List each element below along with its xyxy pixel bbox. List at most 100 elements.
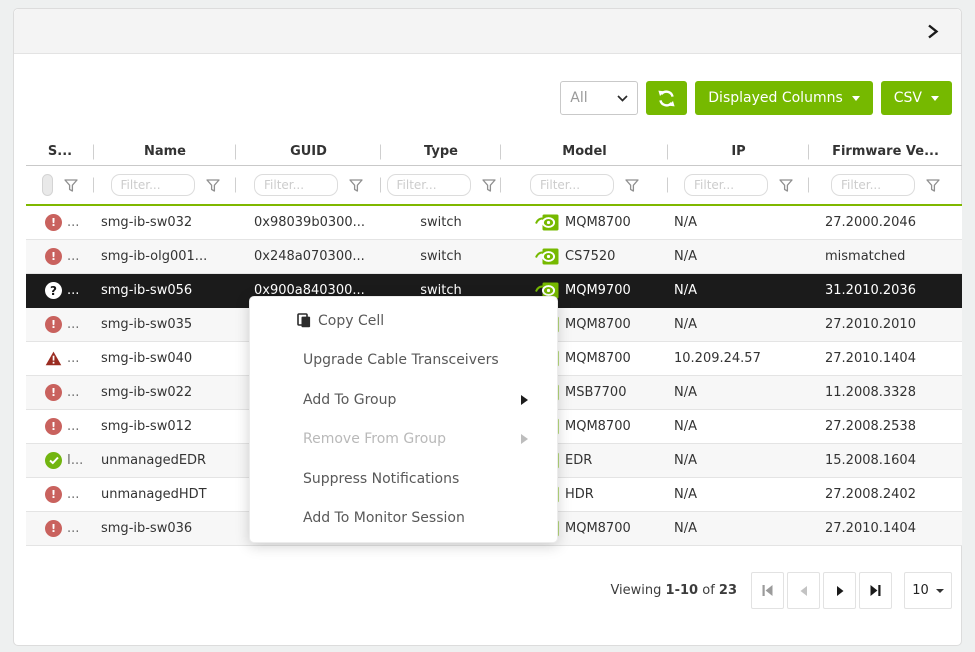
column-header-label[interactable]: Type	[424, 144, 458, 159]
context-menu-item[interactable]: Suppress Notifications	[250, 459, 557, 499]
cell-firmware[interactable]: 15.2008.1604	[809, 453, 962, 468]
column-filter-input[interactable]	[684, 174, 768, 196]
cell-ip[interactable]: N/A	[668, 215, 809, 230]
cell-model[interactable]: CS7520	[501, 248, 668, 265]
viewing-range: 1-10	[666, 583, 699, 598]
cell-ip[interactable]: N/A	[668, 419, 809, 434]
cell-name[interactable]: smg-ib-sw022	[94, 385, 236, 400]
column-filter-input[interactable]	[387, 174, 471, 196]
collapse-panel-button[interactable]	[924, 21, 941, 42]
cell-guid[interactable]: 0x98039b0300...	[236, 215, 381, 230]
cell-firmware[interactable]: 27.2010.1404	[809, 351, 962, 366]
devices-panel: All Displayed Columns CSV S... Name GUID…	[13, 8, 962, 646]
previous-page-button[interactable]	[787, 572, 820, 609]
error-status-icon: !	[45, 214, 62, 231]
cell-firmware[interactable]: 27.2008.2538	[809, 419, 962, 434]
cell-ip[interactable]: N/A	[668, 521, 809, 536]
model-text: MQM8700	[565, 521, 631, 536]
table-filter-row	[26, 166, 962, 206]
status-text: ...	[67, 419, 79, 434]
cell-name[interactable]: unmanagedEDR	[94, 453, 236, 468]
chevron-right-icon	[926, 23, 939, 40]
column-filter-input[interactable]	[111, 174, 195, 196]
cell-firmware[interactable]: 27.2010.1404	[809, 521, 962, 536]
nvidia-logo-icon	[533, 214, 559, 231]
cell-name[interactable]: smg-ib-sw012	[94, 419, 236, 434]
context-menu-item-label: Add To Monitor Session	[303, 510, 465, 526]
cell-ip[interactable]: 10.209.24.57	[668, 351, 809, 366]
page-size-select[interactable]: 10	[904, 572, 952, 609]
cell-ip[interactable]: N/A	[668, 453, 809, 468]
first-page-icon	[761, 584, 774, 597]
cell-name[interactable]: smg-ib-sw035	[94, 317, 236, 332]
caret-down-icon	[852, 96, 860, 101]
context-menu-item[interactable]: Add To Group	[250, 380, 557, 420]
cell-model[interactable]: MQM8700	[501, 214, 668, 231]
filter-funnel-icon[interactable]	[926, 179, 940, 192]
panel-header	[14, 9, 961, 54]
status-text: ...	[67, 521, 79, 536]
cell-name[interactable]: smg-ib-sw032	[94, 215, 236, 230]
column-filter-input[interactable]	[254, 174, 338, 196]
cell-ip[interactable]: N/A	[668, 317, 809, 332]
table-row[interactable]: !... smg-ib-sw032 0x98039b0300... switch…	[26, 206, 962, 240]
cell-firmware[interactable]: 27.2008.2402	[809, 487, 962, 502]
column-filter-input[interactable]	[530, 174, 614, 196]
model-text: MSB7700	[565, 385, 626, 400]
cell-name[interactable]: smg-ib-olg001...	[94, 249, 236, 264]
cell-name[interactable]: smg-ib-sw056	[94, 283, 236, 298]
filter-funnel-icon[interactable]	[625, 179, 639, 192]
csv-export-button[interactable]: CSV	[881, 81, 952, 115]
cell-ip[interactable]: N/A	[668, 487, 809, 502]
column-header-label[interactable]: Model	[562, 144, 606, 159]
error-status-icon: !	[45, 418, 62, 435]
cell-guid[interactable]: 0x248a070300...	[236, 249, 381, 264]
table-row[interactable]: !... smg-ib-olg001... 0x248a070300... sw…	[26, 240, 962, 274]
filter-funnel-icon[interactable]	[482, 179, 496, 192]
cell-ip[interactable]: N/A	[668, 283, 809, 298]
filter-funnel-icon[interactable]	[64, 179, 78, 192]
model-text: EDR	[565, 453, 592, 468]
last-page-button[interactable]	[859, 572, 892, 609]
cell-firmware[interactable]: 27.2010.2010	[809, 317, 962, 332]
scope-filter-select[interactable]: All	[560, 81, 638, 115]
cell-type[interactable]: switch	[381, 249, 501, 264]
first-page-button[interactable]	[751, 572, 784, 609]
context-menu-item-label: Copy Cell	[318, 313, 384, 329]
cell-name[interactable]: smg-ib-sw040	[94, 351, 236, 366]
status-text: ...	[67, 283, 79, 298]
column-header-label[interactable]: S...	[48, 144, 72, 159]
refresh-button[interactable]	[646, 81, 687, 115]
column-filter-input[interactable]	[831, 174, 915, 196]
column-filter-input[interactable]	[42, 174, 53, 196]
displayed-columns-label: Displayed Columns	[708, 90, 842, 106]
status-text: ...	[67, 351, 79, 366]
table-header-row: S... Name GUID Type Model IP Firmware Ve…	[26, 138, 962, 166]
cell-firmware[interactable]: mismatched	[809, 249, 962, 264]
column-header-label[interactable]: GUID	[290, 144, 327, 159]
cell-firmware[interactable]: 27.2000.2046	[809, 215, 962, 230]
filter-funnel-icon[interactable]	[349, 179, 363, 192]
column-header-label[interactable]: Name	[144, 144, 186, 159]
context-menu-item[interactable]: Add To Monitor Session	[250, 499, 557, 539]
cell-name[interactable]: unmanagedHDT	[94, 487, 236, 502]
context-menu-item[interactable]: Upgrade Cable Transceivers	[250, 341, 557, 381]
filter-funnel-icon[interactable]	[206, 179, 220, 192]
filter-funnel-icon[interactable]	[779, 179, 793, 192]
displayed-columns-button[interactable]: Displayed Columns	[695, 81, 872, 115]
context-menu-item[interactable]: Copy Cell	[250, 301, 557, 341]
column-header-label[interactable]: Firmware Ve...	[832, 144, 939, 159]
cell-name[interactable]: smg-ib-sw036	[94, 521, 236, 536]
copy-icon	[297, 313, 311, 328]
chevron-down-icon	[936, 589, 944, 593]
cell-firmware[interactable]: 11.2008.3328	[809, 385, 962, 400]
error-status-icon: !	[45, 316, 62, 333]
cell-ip[interactable]: N/A	[668, 385, 809, 400]
cell-ip[interactable]: N/A	[668, 249, 809, 264]
column-header-label[interactable]: IP	[731, 144, 745, 159]
cell-type[interactable]: switch	[381, 215, 501, 230]
viewing-total: 23	[719, 583, 737, 598]
cell-firmware[interactable]: 31.2010.2036	[809, 283, 962, 298]
model-text: MQM8700	[565, 351, 631, 366]
next-page-button[interactable]	[823, 572, 856, 609]
